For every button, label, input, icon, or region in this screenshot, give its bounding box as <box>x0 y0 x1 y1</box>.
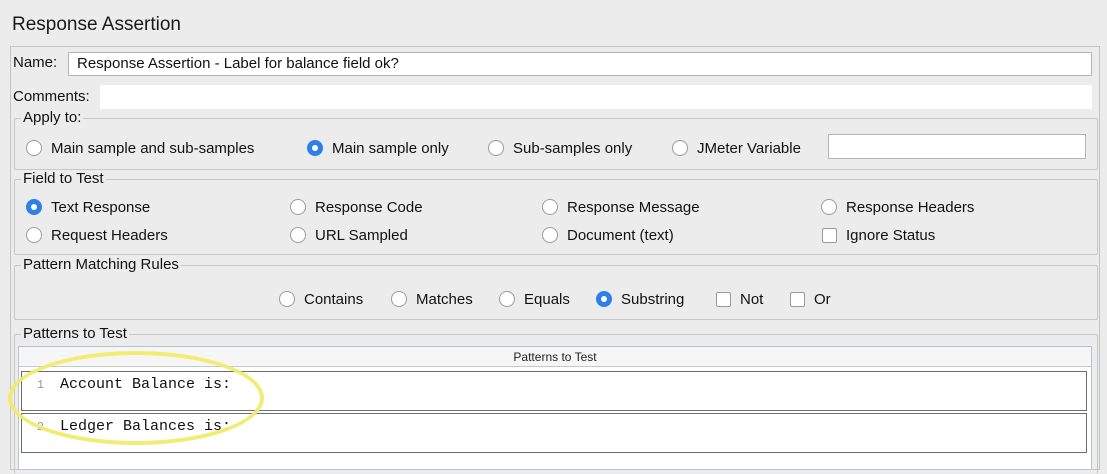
radio-icon <box>290 199 306 215</box>
radio-selected-icon <box>26 199 42 215</box>
pattern-text: Account Balance is: <box>60 376 232 393</box>
radio-icon <box>542 199 558 215</box>
panel-title: Response Assertion <box>12 14 181 35</box>
apply-to-legend: Apply to: <box>23 109 82 126</box>
apply-jmeter-variable-radio[interactable]: JMeter Variable <box>672 137 801 159</box>
comments-label: Comments: <box>13 88 90 105</box>
field-to-test-legend: Field to Test <box>23 170 104 187</box>
pattern-text: Ledger Balances is: <box>60 418 232 435</box>
radio-icon <box>391 291 407 307</box>
field-response-headers-radio[interactable]: Response Headers <box>821 196 974 218</box>
apply-main-only-radio[interactable]: Main sample only <box>307 137 449 159</box>
name-field-value: Response Assertion - Label for balance f… <box>77 55 399 72</box>
radio-icon <box>821 199 837 215</box>
field-document-text-radio[interactable]: Document (text) <box>542 224 674 246</box>
radio-icon <box>290 227 306 243</box>
field-response-message-radio[interactable]: Response Message <box>542 196 700 218</box>
checkbox-icon <box>790 291 805 307</box>
match-or-checkbox[interactable]: Or <box>790 288 831 310</box>
field-response-code-radio[interactable]: Response Code <box>290 196 423 218</box>
apply-sub-only-radio[interactable]: Sub-samples only <box>488 137 632 159</box>
match-not-checkbox[interactable]: Not <box>716 288 763 310</box>
checkbox-icon <box>822 227 837 243</box>
apply-main-and-sub-radio[interactable]: Main sample and sub-samples <box>26 137 254 159</box>
radio-icon <box>542 227 558 243</box>
match-matches-radio[interactable]: Matches <box>391 288 473 310</box>
pattern-matching-legend: Pattern Matching Rules <box>23 256 179 273</box>
radio-icon <box>279 291 295 307</box>
ignore-status-checkbox[interactable]: Ignore Status <box>822 224 935 246</box>
comments-field[interactable] <box>100 85 1092 109</box>
radio-selected-icon <box>307 140 323 156</box>
match-contains-radio[interactable]: Contains <box>279 288 363 310</box>
match-substring-radio[interactable]: Substring <box>596 288 684 310</box>
match-equals-radio[interactable]: Equals <box>499 288 570 310</box>
field-text-response-radio[interactable]: Text Response <box>26 196 150 218</box>
radio-icon <box>26 140 42 156</box>
pattern-row[interactable]: 1 Account Balance is: <box>21 371 1087 411</box>
patterns-table[interactable]: Patterns to Test 1 Account Balance is: 2… <box>18 346 1092 470</box>
patterns-legend: Patterns to Test <box>23 325 127 342</box>
radio-icon <box>672 140 688 156</box>
radio-icon <box>26 227 42 243</box>
field-url-sampled-radio[interactable]: URL Sampled <box>290 224 408 246</box>
radio-icon <box>499 291 515 307</box>
checkbox-icon <box>716 291 731 307</box>
pattern-row[interactable]: 2 Ledger Balances is: <box>21 413 1087 453</box>
field-request-headers-radio[interactable]: Request Headers <box>26 224 168 246</box>
radio-selected-icon <box>596 291 612 307</box>
row-number: 1 <box>36 378 45 392</box>
jmeter-variable-input[interactable] <box>828 134 1086 159</box>
name-field[interactable]: Response Assertion - Label for balance f… <box>68 52 1092 76</box>
radio-icon <box>488 140 504 156</box>
row-number: 2 <box>36 420 45 434</box>
patterns-column-header: Patterns to Test <box>19 347 1091 367</box>
name-label: Name: <box>13 54 58 71</box>
